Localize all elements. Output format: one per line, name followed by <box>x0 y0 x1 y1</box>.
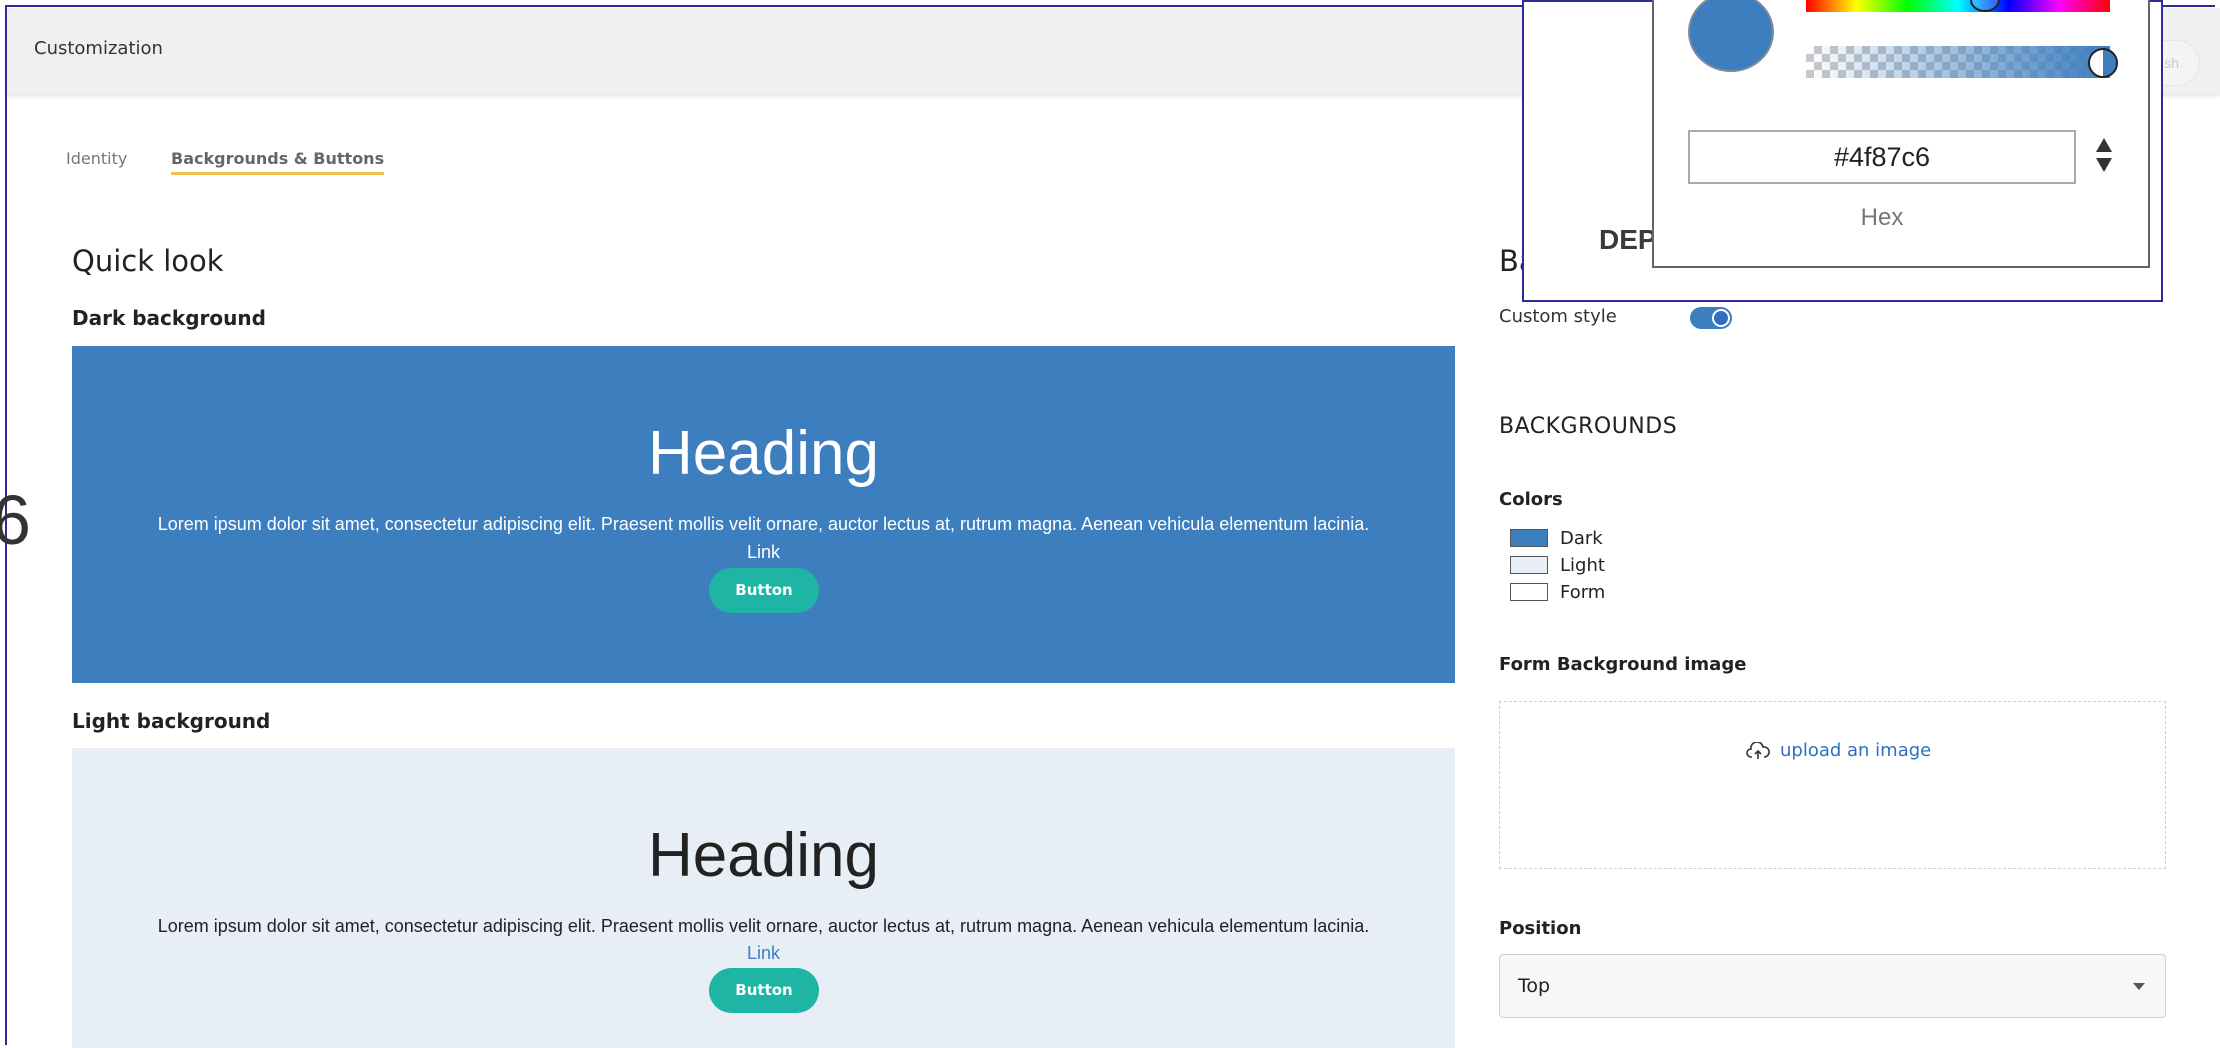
alpha-slider[interactable] <box>1806 46 2110 78</box>
arrow-up-icon <box>2096 138 2112 152</box>
chevron-down-icon <box>2133 983 2145 990</box>
color-swatch-light[interactable] <box>1510 556 1548 574</box>
edge-glyph: 6 <box>0 481 31 559</box>
form-background-image-label: Form Background image <box>1499 654 1747 675</box>
light-background-preview: Heading Lorem ipsum dolor sit amet, cons… <box>72 748 1455 1048</box>
hex-color-input[interactable]: #4f87c6 <box>1688 130 2076 184</box>
dark-background-label: Dark background <box>72 306 266 330</box>
dark-background-preview: Heading Lorem ipsum dolor sit amet, cons… <box>72 346 1455 683</box>
upload-image-link[interactable]: upload an image <box>1746 740 1931 761</box>
custom-style-toggle[interactable] <box>1690 307 1732 329</box>
backgrounds-heading: BACKGROUNDS <box>1499 414 1678 439</box>
arrow-down-icon <box>2096 158 2112 172</box>
preview-body-text: Lorem ipsum dolor sit amet, consectetur … <box>157 916 1370 936</box>
preview-link[interactable]: Link <box>72 943 1455 964</box>
color-label: Form <box>1560 581 1606 603</box>
color-picker-popover: DEP #4f87c6 Hex <box>1522 0 2163 302</box>
preview-button[interactable]: Button <box>709 968 819 1013</box>
color-row-form[interactable]: Form <box>1510 581 1605 603</box>
color-picker-panel: #4f87c6 Hex <box>1652 0 2150 268</box>
image-upload-dropzone[interactable]: upload an image <box>1499 701 2166 869</box>
preview-heading: Heading <box>648 821 879 890</box>
current-color-preview <box>1688 0 1774 72</box>
preview-body-text: Lorem ipsum dolor sit amet, consectetur … <box>157 514 1370 534</box>
color-format-toggle[interactable] <box>2096 138 2114 178</box>
quick-look-title: Quick look <box>72 244 224 278</box>
hue-slider[interactable] <box>1806 0 2110 12</box>
position-label: Position <box>1499 918 1582 939</box>
alpha-slider-handle[interactable] <box>2088 48 2118 78</box>
preview-button[interactable]: Button <box>709 568 819 613</box>
color-label: Light <box>1560 554 1605 576</box>
preview-link[interactable]: Link <box>72 542 1455 563</box>
obscured-text: DEP <box>1599 224 1657 255</box>
custom-style-label: Custom style <box>1499 306 1617 327</box>
app-title: Customization <box>34 38 163 59</box>
upload-image-label: upload an image <box>1780 740 1932 761</box>
color-row-dark[interactable]: Dark <box>1510 527 1603 549</box>
position-selected-value: Top <box>1518 975 1551 997</box>
light-background-label: Light background <box>72 709 271 733</box>
toggle-knob <box>1712 309 1730 327</box>
hex-label: Hex <box>1860 204 1904 231</box>
preview-heading: Heading <box>648 419 879 488</box>
colors-label: Colors <box>1499 489 1563 510</box>
tab-identity[interactable]: Identity <box>66 149 127 168</box>
color-swatch-form[interactable] <box>1510 583 1548 601</box>
tab-backgrounds-buttons[interactable]: Backgrounds & Buttons <box>171 149 385 175</box>
color-swatch-dark[interactable] <box>1510 529 1548 547</box>
position-select[interactable]: Top <box>1499 954 2166 1018</box>
cloud-upload-icon <box>1746 741 1770 759</box>
color-label: Dark <box>1560 527 1603 549</box>
color-row-light[interactable]: Light <box>1510 554 1605 576</box>
